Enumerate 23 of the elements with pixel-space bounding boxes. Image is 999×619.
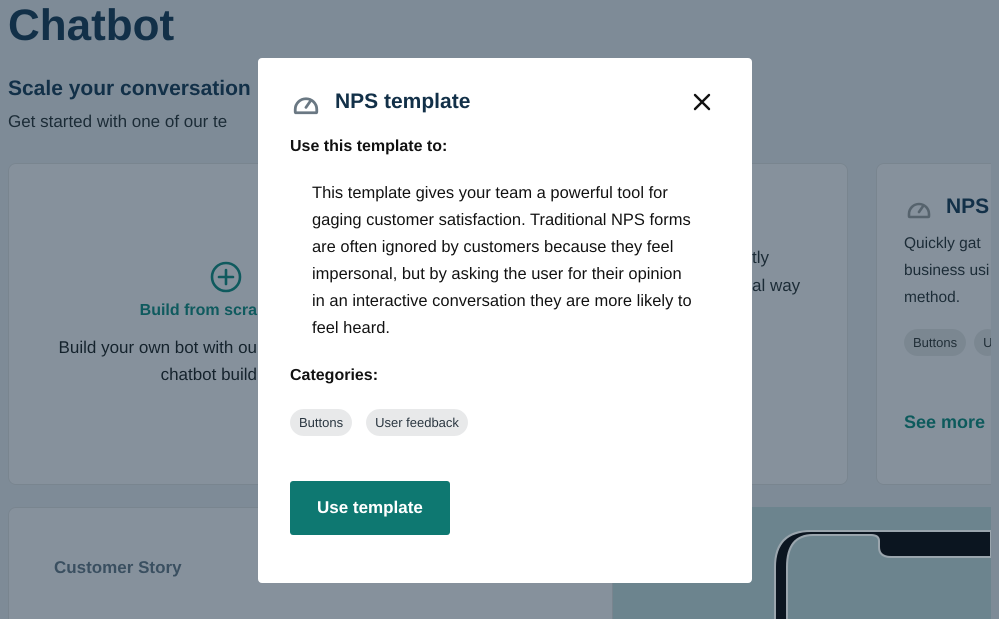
description-text: This template gives your team a powerful tool for gaging customer satisfaction. Traditional NPS forms are often ignored by customers because they feel impersonal, but by asking the user for their opinion in an interactive conversation they are more likely to feel heard. [311,183,693,339]
section-label: Use this template to: [290,138,448,156]
card-text: business usi [904,261,990,281]
category-tag: Buttons [904,329,966,356]
page-title: Chatbot [8,0,174,52]
section-heading: Scale your conversation [8,76,251,102]
card-title: NPS [946,195,990,219]
plus-circle-icon [209,260,243,294]
dialog-title: NPS template [335,90,472,114]
use-template-button[interactable]: Use template [290,481,450,535]
card-text: al way [752,275,802,297]
card-label: Customer Story [54,558,183,578]
card-text: Build your own bot with ou [58,337,257,359]
category-tag: Buttons [290,409,352,436]
intro-text: Get started with one of our te [8,111,228,133]
card-text: chatbot build [160,364,257,386]
card-title: Build from scra [140,302,257,320]
card-text: method. [904,288,962,308]
section-label: Categories: [290,367,380,385]
category-tag: User feedback [366,409,468,436]
close-icon [693,93,711,111]
card-text: Quickly gat [904,234,982,254]
card-text: tly [752,247,770,269]
